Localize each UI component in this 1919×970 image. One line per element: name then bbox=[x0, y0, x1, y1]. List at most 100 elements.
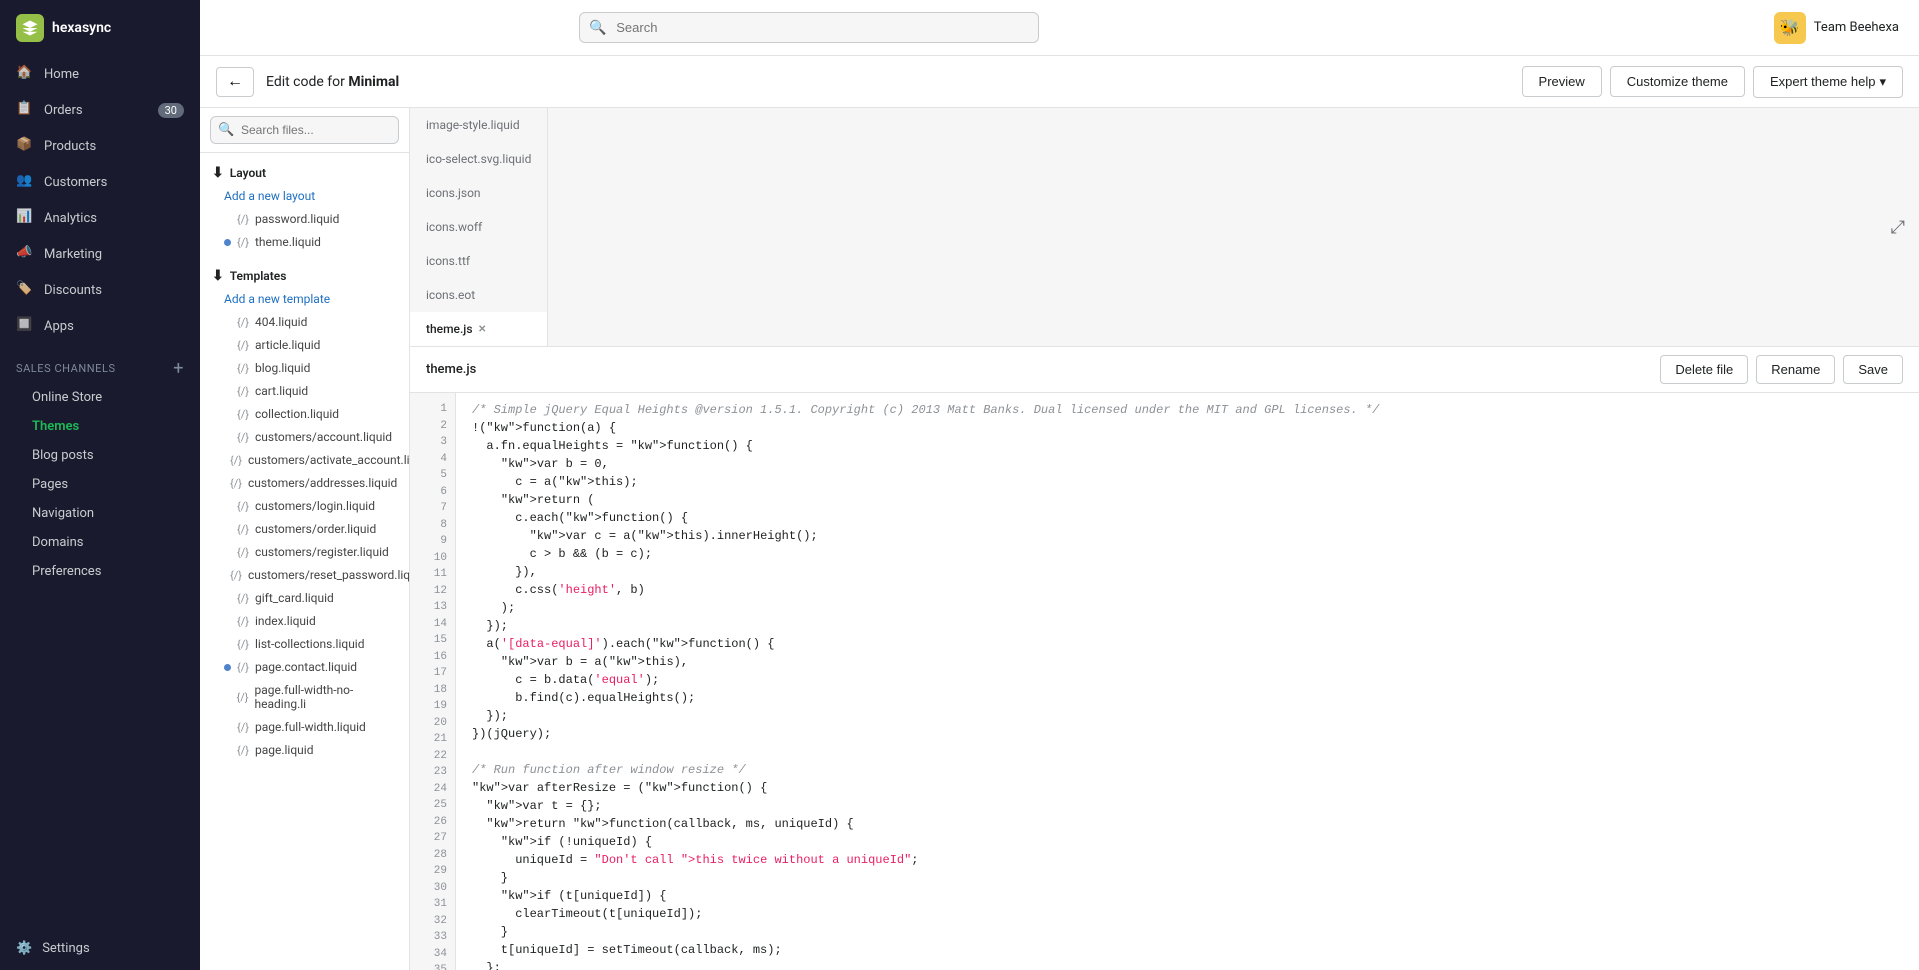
template-file[interactable]: {/} index.liquid bbox=[210, 610, 399, 632]
line-number: 22 bbox=[410, 748, 455, 765]
expert-theme-help-button[interactable]: Expert theme help ▾ bbox=[1753, 66, 1903, 98]
sales-channel-online-store[interactable]: Online Store bbox=[0, 383, 200, 412]
sidebar-item-products[interactable]: 📦 Products bbox=[0, 128, 200, 164]
nav-label-analytics: Analytics bbox=[44, 211, 97, 226]
code-line: "kw">return "kw">function(callback, ms, … bbox=[472, 815, 1903, 833]
add-layout-link[interactable]: Add a new layout bbox=[210, 185, 399, 207]
sidebar-item-apps[interactable]: 🔲 Apps bbox=[0, 308, 200, 344]
team-info[interactable]: 🐝 Team Beehexa bbox=[1774, 12, 1899, 44]
file-name: cart.liquid bbox=[255, 384, 308, 398]
template-file[interactable]: {/} customers/account.liquid bbox=[210, 426, 399, 448]
layout-file[interactable]: {/} password.liquid bbox=[210, 208, 399, 230]
sidebar-item-discounts[interactable]: 🏷️ Discounts bbox=[0, 272, 200, 308]
tab-ico-select[interactable]: ico-select.svg.liquid bbox=[410, 142, 548, 176]
tab-icons-woff[interactable]: icons.woff bbox=[410, 210, 548, 244]
tab-label: icons.eot bbox=[426, 288, 475, 302]
code-line: }); bbox=[472, 707, 1903, 725]
tab-close-button[interactable]: × bbox=[479, 322, 486, 336]
save-button[interactable]: Save bbox=[1843, 355, 1903, 384]
expand-button[interactable]: ⤢ bbox=[1887, 213, 1909, 242]
tab-label: ico-select.svg.liquid bbox=[426, 152, 531, 166]
line-number: 6 bbox=[410, 484, 455, 501]
file-name: gift_card.liquid bbox=[255, 591, 334, 605]
back-button[interactable]: ← bbox=[216, 67, 254, 97]
brand-icon bbox=[16, 14, 44, 42]
file-icon: {/} bbox=[237, 362, 249, 375]
rename-button[interactable]: Rename bbox=[1756, 355, 1835, 384]
sales-channel-preferences[interactable]: Preferences bbox=[0, 557, 200, 586]
brand[interactable]: hexasync bbox=[0, 0, 200, 56]
layout-section: ⬇ Layout Add a new layout {/} password.l… bbox=[200, 153, 409, 256]
template-file[interactable]: {/} list-collections.liquid bbox=[210, 633, 399, 655]
template-file[interactable]: {/} customers/activate_account.li bbox=[210, 449, 399, 471]
delete-file-button[interactable]: Delete file bbox=[1660, 355, 1748, 384]
nav-label-orders: Orders bbox=[44, 103, 83, 118]
file-search-input[interactable] bbox=[210, 116, 399, 144]
sales-channel-pages[interactable]: Pages bbox=[0, 470, 200, 499]
template-file[interactable]: {/} customers/register.liquid bbox=[210, 541, 399, 563]
file-icon: {/} bbox=[237, 638, 249, 651]
line-number: 25 bbox=[410, 797, 455, 814]
line-number: 28 bbox=[410, 847, 455, 864]
line-number: 1 bbox=[410, 401, 455, 418]
customize-theme-button[interactable]: Customize theme bbox=[1610, 66, 1745, 97]
code-content[interactable]: /* Simple jQuery Equal Heights @version … bbox=[456, 393, 1919, 970]
sidebar-item-marketing[interactable]: 📣 Marketing bbox=[0, 236, 200, 272]
template-file[interactable]: {/} customers/reset_password.liq bbox=[210, 564, 399, 586]
template-file[interactable]: {/} collection.liquid bbox=[210, 403, 399, 425]
sales-channel-themes[interactable]: Themes bbox=[0, 412, 200, 441]
template-file[interactable]: {/} article.liquid bbox=[210, 334, 399, 356]
template-file[interactable]: {/} customers/login.liquid bbox=[210, 495, 399, 517]
layout-section-header[interactable]: ⬇ Layout bbox=[210, 161, 399, 185]
add-sales-channel-button[interactable]: + bbox=[173, 358, 184, 379]
sidebar-item-orders[interactable]: 📋 Orders 30 bbox=[0, 92, 200, 128]
chevron-down-icon: ▾ bbox=[1879, 74, 1886, 90]
sidebar-item-home[interactable]: 🏠 Home bbox=[0, 56, 200, 92]
templates-section-header[interactable]: ⬇ Templates bbox=[210, 264, 399, 288]
sales-channels-label: SALES CHANNELS + bbox=[0, 344, 200, 383]
template-file[interactable]: {/} page.contact.liquid bbox=[210, 656, 399, 678]
sales-channel-domains[interactable]: Domains bbox=[0, 528, 200, 557]
settings-item[interactable]: ⚙️ Settings bbox=[0, 927, 200, 970]
template-file[interactable]: {/} page.full-width.liquid bbox=[210, 716, 399, 738]
settings-icon: ⚙️ bbox=[16, 941, 32, 956]
layout-file[interactable]: {/} theme.liquid bbox=[210, 231, 399, 253]
template-file[interactable]: {/} page.liquid bbox=[210, 739, 399, 761]
line-number: 8 bbox=[410, 517, 455, 534]
line-number: 5 bbox=[410, 467, 455, 484]
template-file[interactable]: {/} gift_card.liquid bbox=[210, 587, 399, 609]
code-line: }), bbox=[472, 563, 1903, 581]
file-panel: 🔍 ⬇ Layout Add a new layout {/} password… bbox=[200, 108, 410, 970]
code-editor[interactable]: 1234567891011121314151617181920212223242… bbox=[410, 393, 1919, 970]
search-input[interactable] bbox=[579, 12, 1039, 43]
topbar: 🔍 🐝 Team Beehexa bbox=[200, 0, 1919, 56]
nav-label-home: Home bbox=[44, 67, 79, 82]
line-number: 23 bbox=[410, 764, 455, 781]
template-file[interactable]: {/} 404.liquid bbox=[210, 311, 399, 333]
file-icon: {/} bbox=[230, 477, 242, 490]
add-template-link[interactable]: Add a new template bbox=[210, 288, 399, 310]
sales-channel-blog-posts[interactable]: Blog posts bbox=[0, 441, 200, 470]
file-icon: {/} bbox=[237, 385, 249, 398]
preview-button[interactable]: Preview bbox=[1522, 66, 1602, 97]
tab-label: icons.json bbox=[426, 186, 481, 200]
tab-icons-ttf[interactable]: icons.ttf bbox=[410, 244, 548, 278]
template-file[interactable]: {/} cart.liquid bbox=[210, 380, 399, 402]
file-name: customers/login.liquid bbox=[255, 499, 375, 513]
sidebar-item-customers[interactable]: 👥 Customers bbox=[0, 164, 200, 200]
template-file[interactable]: {/} page.full-width-no-heading.li bbox=[210, 679, 399, 715]
tab-image-style[interactable]: image-style.liquid bbox=[410, 108, 548, 142]
templates-section-icon: ⬇ bbox=[212, 268, 224, 284]
tab-actions: ⤢ bbox=[1877, 213, 1919, 242]
file-name: collection.liquid bbox=[255, 407, 339, 421]
template-file[interactable]: {/} blog.liquid bbox=[210, 357, 399, 379]
template-file[interactable]: {/} customers/addresses.liquid bbox=[210, 472, 399, 494]
file-icon: {/} bbox=[230, 569, 242, 582]
tab-icons-json[interactable]: icons.json bbox=[410, 176, 548, 210]
sales-channel-navigation[interactable]: Navigation bbox=[0, 499, 200, 528]
template-file[interactable]: {/} customers/order.liquid bbox=[210, 518, 399, 540]
sidebar-item-analytics[interactable]: 📊 Analytics bbox=[0, 200, 200, 236]
nav-items: 🏠 Home 📋 Orders 30📦 Products 👥 Customers… bbox=[0, 56, 200, 344]
tab-icons-eot[interactable]: icons.eot bbox=[410, 278, 548, 312]
tab-theme-js[interactable]: theme.js × bbox=[410, 312, 548, 346]
